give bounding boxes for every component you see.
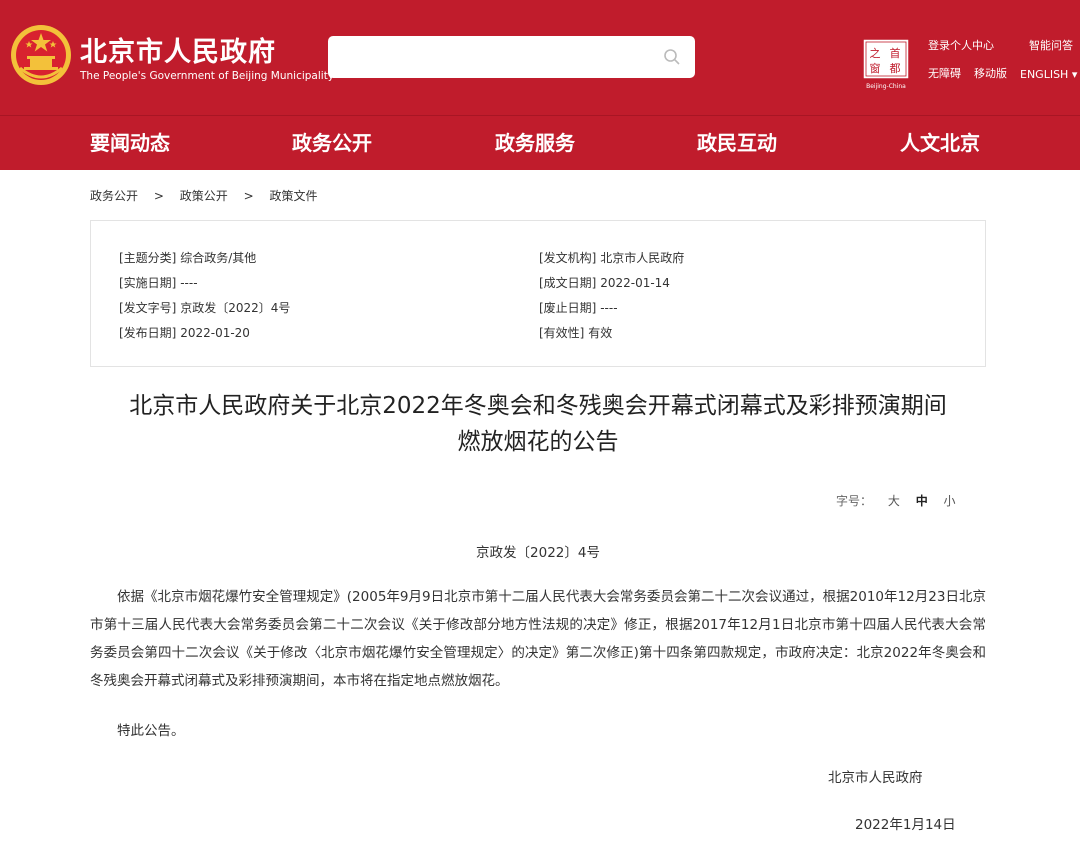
search-input[interactable]: [338, 44, 638, 70]
document-title-line: 北京市人民政府关于北京2022年冬奥会和冬残奥会开幕式闭幕式及彩排预演期间: [129, 393, 947, 419]
document-title: 北京市人民政府关于北京2022年冬奥会和冬残奥会开幕式闭幕式及彩排预演期间 燃放…: [90, 388, 986, 460]
english-link[interactable]: ENGLISH ▾: [1020, 68, 1077, 81]
meta-doc-number: [发文字号] 京政发〔2022〕4号: [119, 299, 290, 316]
breadcrumb-item[interactable]: 政策文件: [269, 187, 317, 204]
font-size-selector: 字号： 大 中 小: [836, 492, 956, 509]
site-name[interactable]: 北京市人民政府: [80, 30, 276, 69]
font-size-medium-button[interactable]: 中: [916, 494, 928, 508]
font-size-small-button[interactable]: 小: [944, 494, 956, 508]
main-nav: 要闻动态 政务公开 政务服务 政民互动 人文北京: [0, 115, 1080, 170]
capital-window-logo-icon[interactable]: 之 首 窗 都 Beijing-China: [862, 38, 910, 90]
meta-label: [实施日期]: [119, 276, 177, 290]
meta-label: [主题分类]: [119, 251, 177, 265]
document-number: 京政发〔2022〕4号: [476, 545, 600, 561]
meta-value: 有效: [588, 326, 613, 340]
site-header: 北京市人民政府 The People's Government of Beiji…: [0, 0, 1080, 115]
nav-item-gov-services[interactable]: 政务服务: [495, 116, 575, 171]
logo-caption: Beijing-China: [866, 83, 906, 90]
logo-char-4: 都: [890, 62, 901, 75]
breadcrumb-item[interactable]: 政策公开: [180, 187, 228, 204]
breadcrumb-item[interactable]: 政务公开: [90, 187, 138, 204]
smart-qa-link[interactable]: 智能问答: [1029, 37, 1073, 53]
signature-date: 2022年1月14日: [855, 817, 956, 833]
meta-value: 2022-01-14: [600, 276, 670, 290]
meta-label: [废止日期]: [539, 301, 597, 315]
meta-impl-date: [实施日期] ----: [119, 274, 198, 291]
meta-validity: [有效性] 有效: [539, 324, 612, 341]
nav-item-gov-affairs[interactable]: 政务公开: [292, 116, 372, 171]
meta-value: 综合政务/其他: [180, 251, 257, 265]
logo-char-3: 窗: [870, 61, 881, 75]
logo-char-2: 首: [890, 46, 901, 60]
meta-value: 北京市人民政府: [600, 251, 685, 265]
meta-label: [发布日期]: [119, 326, 177, 340]
signature-organization: 北京市人民政府: [828, 770, 923, 786]
meta-publish-date: [发布日期] 2022-01-20: [119, 324, 250, 341]
font-size-label: 字号：: [836, 494, 873, 508]
meta-value: ----: [180, 276, 198, 290]
document-body-paragraph: 依据《北京市烟花爆竹安全管理规定》(2005年9月9日北京市第十二届人民代表大会…: [90, 589, 986, 689]
meta-label: [发文机构]: [539, 251, 597, 265]
search-box: [328, 36, 695, 78]
nav-item-news[interactable]: 要闻动态: [90, 116, 170, 171]
meta-label: [发文字号]: [119, 301, 177, 315]
national-emblem-icon[interactable]: [10, 24, 72, 86]
breadcrumb-separator: >: [153, 189, 164, 203]
meta-value: 京政发〔2022〕4号: [180, 301, 291, 315]
meta-expire-date: [废止日期] ----: [539, 299, 618, 316]
nav-item-culture[interactable]: 人文北京: [900, 116, 980, 171]
logo-char-1: 之: [870, 46, 881, 60]
document-meta-box: [主题分类] 综合政务/其他 [发文机构] 北京市人民政府 [实施日期] ---…: [90, 220, 986, 367]
meta-value: 2022-01-20: [180, 326, 250, 340]
font-size-large-button[interactable]: 大: [888, 494, 900, 508]
breadcrumb: 政务公开 > 政策公开 > 政策文件: [90, 187, 317, 204]
meta-label: [有效性]: [539, 326, 585, 340]
meta-created-date: [成文日期] 2022-01-14: [539, 274, 670, 291]
mobile-link[interactable]: 移动版: [974, 65, 1007, 81]
login-link[interactable]: 登录个人中心: [928, 37, 994, 53]
meta-label: [成文日期]: [539, 276, 597, 290]
meta-issuer: [发文机构] 北京市人民政府: [539, 249, 684, 266]
search-icon[interactable]: [663, 48, 681, 66]
accessibility-link[interactable]: 无障碍: [928, 65, 961, 81]
breadcrumb-separator: >: [243, 189, 254, 203]
meta-topic: [主题分类] 综合政务/其他: [119, 249, 256, 266]
nav-item-interaction[interactable]: 政民互动: [697, 116, 777, 171]
site-name-en[interactable]: The People's Government of Beijing Munic…: [80, 70, 334, 82]
document-title-line: 燃放烟花的公告: [457, 429, 619, 455]
document-closing: 特此公告。: [117, 723, 185, 739]
meta-value: ----: [600, 301, 618, 315]
